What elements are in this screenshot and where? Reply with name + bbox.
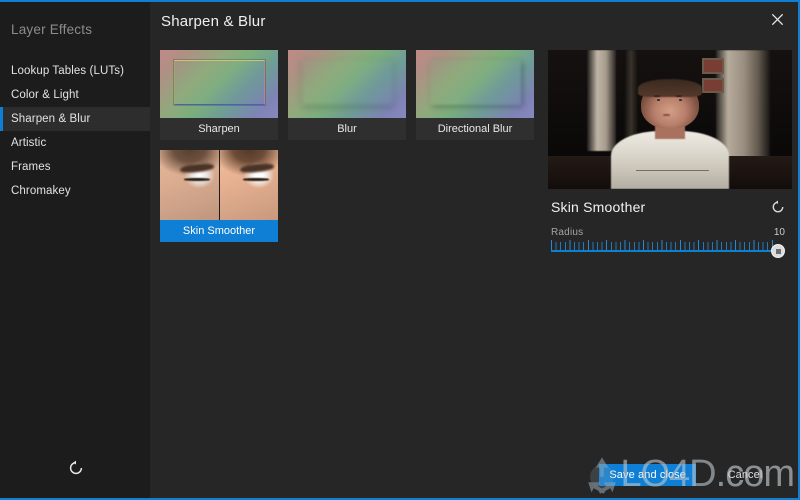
radius-slider[interactable] — [551, 240, 785, 258]
reset-all-button[interactable] — [68, 460, 84, 476]
face-comparison-icon — [160, 150, 278, 220]
reset-icon — [68, 460, 84, 476]
effect-tile-blur[interactable]: Blur — [288, 50, 406, 140]
page-title: Sharpen & Blur — [161, 12, 266, 30]
wall-picture-frame — [701, 58, 724, 74]
preview-pane: Skin Smoother Radius 10 — [548, 40, 798, 498]
effect-tile-skin-smoother[interactable]: Skin Smoother — [160, 150, 278, 242]
slider-labels: Radius 10 — [551, 227, 785, 238]
main-header: Sharpen & Blur — [150, 2, 798, 40]
effect-tile-directional-blur[interactable]: Directional Blur — [416, 50, 534, 140]
effect-thumbnail — [160, 50, 278, 118]
sidebar-item-label: Color & Light — [11, 89, 79, 101]
effects-grid: Sharpen Blur Directional Blur Skin Smoot… — [160, 50, 534, 242]
preview-image — [548, 50, 792, 189]
slider-value: 10 — [773, 227, 785, 238]
sidebar-title: Layer Effects — [11, 22, 93, 37]
sidebar-item-color-and-light[interactable]: Color & Light — [0, 83, 150, 107]
effect-tile-label: Blur — [288, 118, 406, 140]
gradient-preview-icon — [288, 50, 406, 118]
sidebar-item-lookup-tables[interactable]: Lookup Tables (LUTs) — [0, 59, 150, 83]
sidebar-item-frames[interactable]: Frames — [0, 155, 150, 179]
sidebar-item-sharpen-and-blur[interactable]: Sharpen & Blur — [0, 107, 150, 131]
sidebar-item-label: Lookup Tables (LUTs) — [11, 65, 125, 77]
main-panel: Sharpen & Blur Sharpen Blur Directional … — [150, 2, 798, 498]
effect-tile-label: Directional Blur — [416, 118, 534, 140]
effect-thumbnail — [416, 50, 534, 118]
slider-handle[interactable] — [771, 244, 785, 258]
setting-title: Skin Smoother — [551, 199, 646, 215]
effects-area: Sharpen Blur Directional Blur Skin Smoot… — [150, 40, 548, 498]
save-and-close-button[interactable]: Save and close — [599, 464, 696, 486]
cancel-button[interactable]: Cancel — [706, 464, 784, 486]
radius-slider-block: Radius 10 — [548, 215, 788, 258]
sidebar: Layer Effects Lookup Tables (LUTs) Color… — [0, 2, 150, 498]
setting-header: Skin Smoother — [548, 189, 788, 215]
main-body: Sharpen Blur Directional Blur Skin Smoot… — [150, 40, 798, 498]
dialog-footer: Save and close Cancel — [599, 452, 798, 498]
effect-thumbnail — [160, 150, 278, 220]
effect-tile-label: Sharpen — [160, 118, 278, 140]
gradient-preview-icon — [160, 50, 278, 118]
slider-label: Radius — [551, 227, 584, 238]
reset-icon — [771, 200, 785, 214]
sidebar-item-label: Artistic — [11, 137, 47, 149]
close-icon — [771, 13, 783, 25]
effect-tile-label: Skin Smoother — [160, 220, 278, 242]
reset-setting-button[interactable] — [771, 200, 785, 214]
sidebar-item-artistic[interactable]: Artistic — [0, 131, 150, 155]
gradient-preview-icon — [416, 50, 534, 118]
effect-tile-sharpen[interactable]: Sharpen — [160, 50, 278, 140]
sidebar-item-chromakey[interactable]: Chromakey — [0, 179, 150, 203]
close-button[interactable] — [762, 4, 792, 34]
effect-thumbnail — [288, 50, 406, 118]
slider-track — [551, 250, 777, 252]
slider-major-ticks — [551, 240, 775, 250]
sidebar-category-list: Lookup Tables (LUTs) Color & Light Sharp… — [0, 59, 150, 203]
layer-effects-dialog: Layer Effects Lookup Tables (LUTs) Color… — [0, 0, 800, 500]
sidebar-item-label: Frames — [11, 161, 51, 173]
sidebar-item-label: Sharpen & Blur — [11, 113, 91, 125]
sidebar-item-label: Chromakey — [11, 185, 71, 197]
wall-picture-frame — [701, 77, 724, 94]
